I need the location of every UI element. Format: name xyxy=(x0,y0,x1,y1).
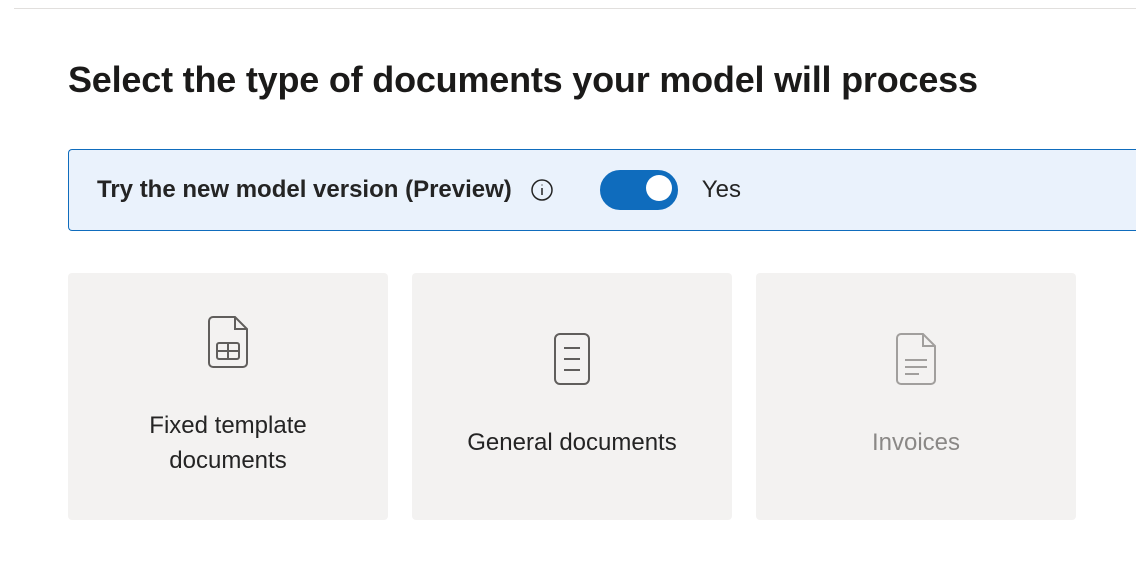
document-general-icon xyxy=(549,332,595,392)
top-divider xyxy=(14,0,1136,9)
info-icon[interactable] xyxy=(530,178,554,202)
card-label: Fixed template documents xyxy=(88,409,368,479)
card-fixed-template[interactable]: Fixed template documents xyxy=(68,273,388,520)
page-title: Select the type of documents your model … xyxy=(68,59,1136,101)
document-type-cards: Fixed template documents General documen… xyxy=(68,273,1136,520)
card-invoices[interactable]: Invoices xyxy=(756,273,1076,520)
card-general-documents[interactable]: General documents xyxy=(412,273,732,520)
preview-toggle[interactable] xyxy=(600,170,678,210)
card-label: Invoices xyxy=(872,426,960,461)
preview-banner: Try the new model version (Preview) Yes xyxy=(68,149,1136,231)
toggle-knob xyxy=(646,175,672,201)
card-label: General documents xyxy=(467,426,676,461)
toggle-label: Yes xyxy=(702,176,741,204)
document-fixed-icon xyxy=(205,315,251,375)
document-invoice-icon xyxy=(893,332,939,392)
banner-text: Try the new model version (Preview) xyxy=(97,176,512,204)
